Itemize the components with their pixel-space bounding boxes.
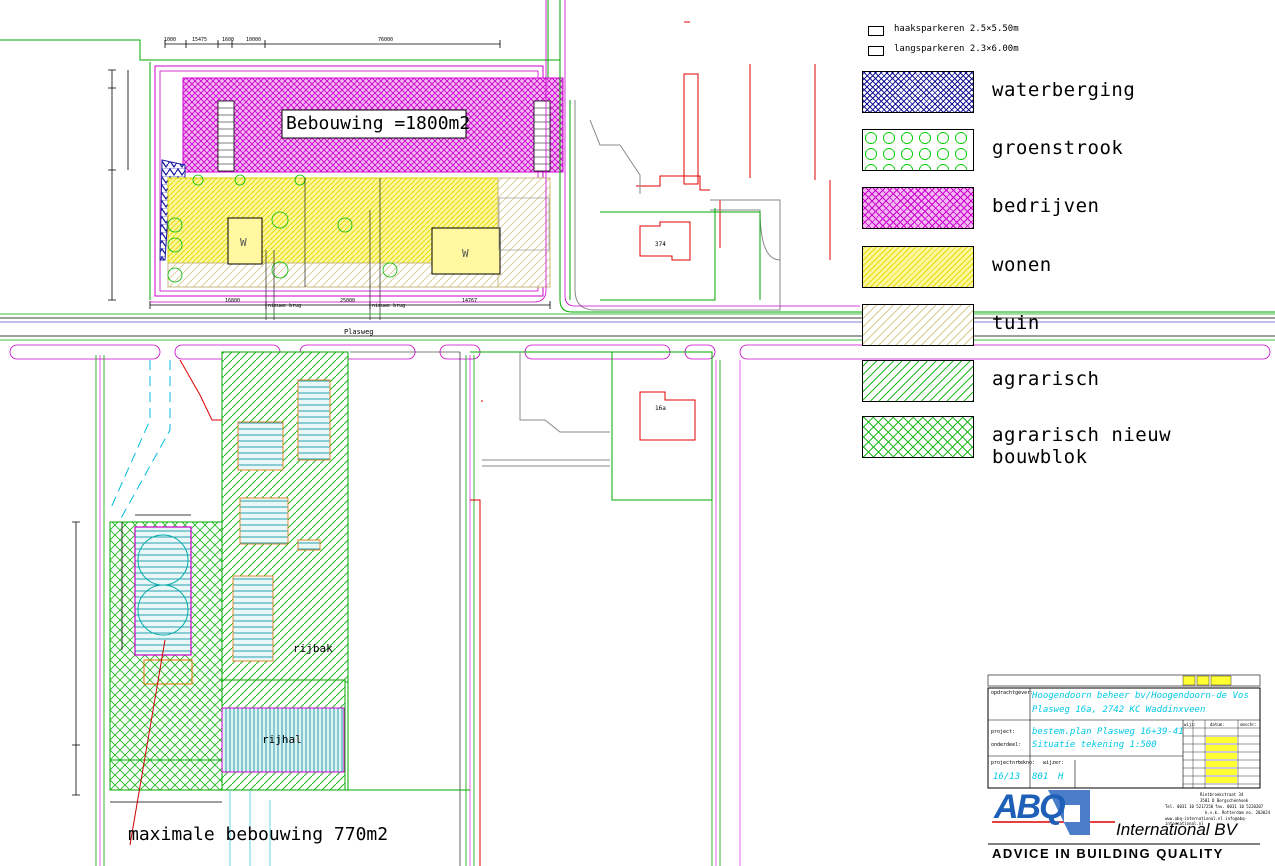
legend-item-agrarisch-nieuw-bouwblok: agrarisch nieuw bouwblok	[862, 416, 1262, 468]
haaksparkeren-symbol	[868, 26, 884, 36]
plasweg-label: Plasweg	[344, 328, 374, 336]
groenstrook-swatch	[862, 129, 974, 171]
dimension-label: 14767	[462, 298, 478, 304]
wijzer-value: H	[1058, 772, 1064, 782]
legend-item-groenstrook: groenstrook	[862, 129, 1262, 175]
rev-header: wijz:	[1184, 722, 1197, 727]
legend-label: agrarisch	[992, 368, 1100, 390]
parking-legend: haaksparkeren 2.5×5.50m langsparkeren 2.…	[868, 24, 1068, 58]
legend-item-wonen: wonen	[862, 246, 1262, 292]
rijbak-label: rijbak	[293, 642, 333, 655]
legend-label: agrarisch nieuw bouwblok	[992, 424, 1172, 468]
dimension-label: 16800	[225, 298, 241, 304]
bridge-label: nieuwe brug	[268, 303, 302, 309]
legend-label: tuin	[992, 312, 1040, 334]
opdrachtgever-line-1: Hoogendoorn beheer bv/Hoogendoorn-de Vos	[1032, 691, 1249, 701]
opdrachtgever-line-2: Plasweg 16a, 2742 KC Waddinxveen	[1032, 705, 1206, 715]
waterberging-swatch	[862, 71, 974, 113]
rev-header: omschr:	[1240, 722, 1257, 727]
legend-label: bedrijven	[992, 195, 1100, 217]
legend-item-bedrijven: bedrijven	[862, 187, 1262, 233]
dimension-label: 76000	[378, 37, 394, 43]
agrarisch-nieuw-bouwblok-swatch	[862, 416, 974, 458]
bedrijven-swatch	[862, 187, 974, 229]
agrarisch-swatch	[862, 360, 974, 402]
langsparkeren-label: langsparkeren 2.3×6.00m	[894, 44, 1019, 54]
legend-item-waterberging: waterberging	[862, 71, 1262, 117]
dimension-label: 1000	[164, 37, 177, 43]
wonen-swatch	[862, 246, 974, 288]
legend-item-agrarisch: agrarisch	[862, 360, 1262, 406]
house-w-label: W	[462, 247, 469, 260]
rev-header: datum:	[1210, 722, 1225, 727]
legend-label: waterberging	[992, 79, 1136, 101]
dimension-label: 15475	[192, 37, 208, 43]
onderdeel-value: Situatie tekening 1:500	[1032, 740, 1157, 750]
abq-logo-letters: ABQ	[994, 788, 1066, 826]
project-label: project:	[991, 729, 1016, 735]
tekno-value: 801	[1032, 772, 1049, 782]
house-number-16a: 16a	[655, 405, 666, 412]
onderdeel-label: onderdeel:	[991, 742, 1022, 748]
rijhal-label: rijhal	[262, 733, 302, 746]
legend-label: wonen	[992, 254, 1052, 276]
project-value: bestem.plan Plasweg 16+39-41	[1032, 727, 1184, 737]
tekno-label: tekno:	[1017, 760, 1036, 766]
bridge-label: nieuwe brug	[372, 303, 406, 309]
abq-logo: ABQ International BV ADVICE IN BUILDING …	[990, 788, 1260, 864]
tuin-swatch	[862, 304, 974, 346]
dimension-label: 25000	[340, 298, 356, 304]
abq-logo-company: International BV	[1116, 820, 1237, 839]
house-w-label: W	[240, 236, 247, 249]
bebouwing-label: Bebouwing =1800m2	[286, 113, 471, 134]
langsparkeren-symbol	[868, 46, 884, 56]
house-number-374: 374	[655, 241, 666, 248]
dimension-label: 10000	[246, 37, 262, 43]
dimension-label: 1600	[222, 37, 235, 43]
legend-item-tuin: tuin	[862, 304, 1262, 350]
wijzer-label: wijzer:	[1043, 760, 1065, 766]
abq-logo-tagline: ADVICE IN BUILDING QUALITY	[992, 846, 1224, 861]
haaksparkeren-label: haaksparkeren 2.5×5.50m	[894, 24, 1019, 34]
legend-label: groenstrook	[992, 137, 1124, 159]
opdrachtgever-label: opdrachtgever:	[991, 690, 1034, 696]
projectnr-value: 16/13	[993, 772, 1021, 782]
maximale-bebouwing-label: maximale bebouwing 770m2	[128, 824, 389, 845]
